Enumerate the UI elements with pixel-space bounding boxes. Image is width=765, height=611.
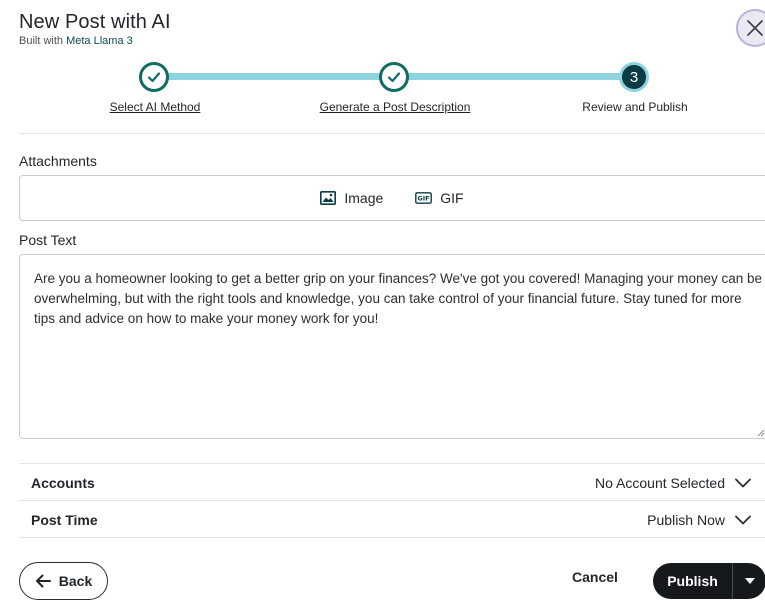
header-divider — [19, 133, 765, 134]
step-3-current-indicator: 3 — [619, 62, 649, 92]
add-gif-button[interactable]: GIF GIF — [415, 190, 464, 206]
post-time-value: Publish Now — [647, 511, 725, 528]
publish-button-group: Publish — [653, 563, 765, 599]
model-brand-label: Meta Llama 3 — [66, 35, 133, 47]
post-text-label: Post Text — [19, 232, 77, 248]
accounts-value: No Account Selected — [595, 474, 725, 491]
close-button[interactable] — [736, 9, 765, 47]
step-2-complete-icon — [379, 62, 409, 92]
step-generate-post-description[interactable]: Generate a Post Description — [320, 100, 471, 114]
post-time-label: Post Time — [31, 511, 98, 528]
attachments-box: Image GIF GIF — [19, 175, 765, 221]
attachments-label: Attachments — [19, 153, 97, 169]
add-image-button[interactable]: Image — [320, 190, 383, 206]
publish-options-button[interactable] — [732, 563, 765, 599]
progress-stepper: 3 Select AI Method Generate a Post Descr… — [0, 60, 765, 120]
accounts-label: Accounts — [31, 474, 95, 491]
image-button-label: Image — [344, 190, 384, 206]
image-icon — [320, 191, 337, 205]
gif-icon-text: GIF — [418, 195, 430, 203]
chevron-down-icon — [735, 515, 751, 524]
back-button-label: Back — [58, 573, 93, 589]
stepper-track — [408, 73, 620, 80]
caret-down-icon — [744, 578, 755, 584]
arrow-left-icon — [35, 574, 51, 588]
accounts-dropdown[interactable]: Accounts No Account Selected — [19, 464, 765, 501]
section-divider — [19, 537, 765, 538]
step-select-ai-method[interactable]: Select AI Method — [110, 100, 201, 114]
cancel-button[interactable]: Cancel — [572, 569, 618, 585]
post-time-dropdown[interactable]: Post Time Publish Now — [19, 501, 765, 538]
stepper-track — [168, 73, 394, 80]
post-text-area[interactable]: Are you a homeowner looking to get a bet… — [19, 254, 765, 439]
step-review-and-publish: Review and Publish — [582, 100, 688, 114]
check-icon — [387, 72, 401, 83]
page-title: New Post with AI — [19, 11, 171, 33]
chevron-down-icon — [735, 478, 751, 487]
post-time-value-group: Publish Now — [647, 512, 765, 528]
gif-button-label: GIF — [440, 190, 464, 206]
built-with-prefix: Built with — [19, 35, 64, 47]
resize-handle-icon[interactable] — [757, 429, 765, 437]
close-icon — [747, 20, 763, 36]
built-with-caption: Built with Meta Llama 3 — [19, 35, 133, 47]
publish-button[interactable]: Publish — [653, 563, 732, 599]
accounts-value-group: No Account Selected — [595, 475, 765, 491]
back-button[interactable]: Back — [19, 562, 108, 600]
check-icon — [147, 72, 161, 83]
gif-icon: GIF — [415, 192, 433, 204]
step-1-complete-icon — [139, 62, 169, 92]
